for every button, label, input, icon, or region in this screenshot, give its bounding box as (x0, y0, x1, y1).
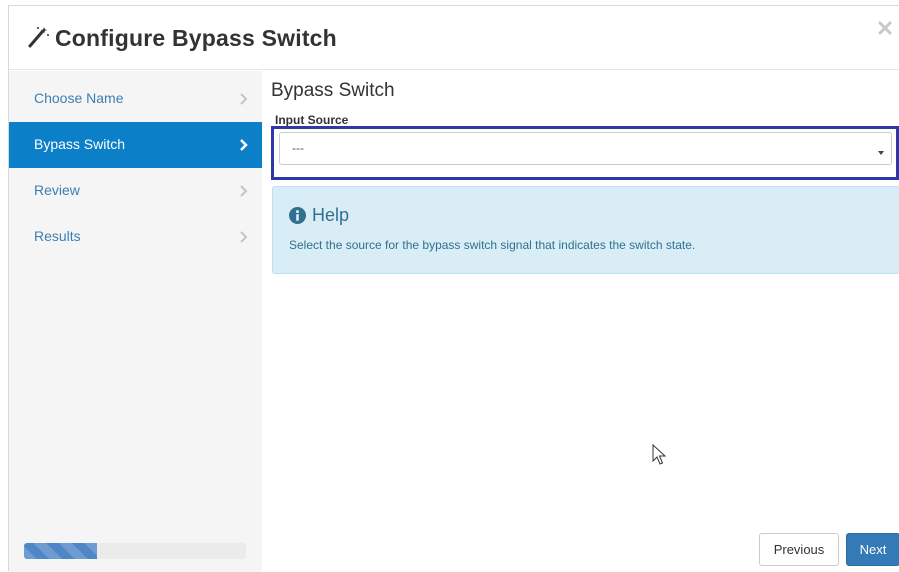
chevron-right-icon (239, 138, 249, 152)
dialog-header: Configure Bypass Switch (9, 6, 899, 70)
step-label: Bypass Switch (34, 136, 126, 152)
step-label: Review (34, 182, 80, 198)
configure-dialog: Configure Bypass Switch Choose Name Bypa… (8, 5, 899, 572)
input-source-select[interactable]: --- (279, 132, 892, 165)
next-button[interactable]: Next (846, 533, 899, 566)
progress-fill (24, 543, 98, 559)
step-review[interactable]: Review (9, 168, 262, 214)
caret-down-icon (877, 144, 885, 155)
previous-button[interactable]: Previous (759, 533, 839, 566)
info-icon (289, 207, 306, 224)
chevron-right-icon (239, 230, 249, 244)
help-title: Help (312, 205, 350, 225)
section-title: Bypass Switch (271, 80, 395, 101)
help-text: Select the source for the bypass switch … (289, 238, 696, 252)
chevron-right-icon (239, 184, 249, 198)
wizard-progress-bar (24, 543, 246, 559)
wizard-steps-sidebar: Choose Name Bypass Switch Review Results (9, 71, 262, 572)
step-choose-name[interactable]: Choose Name (9, 76, 262, 122)
input-source-label: Input Source (275, 113, 349, 127)
dialog-title: Configure Bypass Switch (55, 25, 337, 51)
close-icon[interactable] (875, 18, 895, 38)
step-bypass-switch[interactable]: Bypass Switch (9, 122, 262, 168)
select-value: --- (292, 141, 304, 155)
step-label: Choose Name (34, 90, 124, 106)
step-results[interactable]: Results (9, 214, 262, 260)
step-content: Bypass Switch Input Source --- Help Sele… (271, 71, 899, 572)
chevron-right-icon (239, 92, 249, 106)
help-panel: Help Select the source for the bypass sw… (272, 186, 899, 274)
step-label: Results (34, 228, 81, 244)
mouse-cursor-icon (652, 443, 668, 466)
magic-wand-icon (26, 25, 50, 49)
